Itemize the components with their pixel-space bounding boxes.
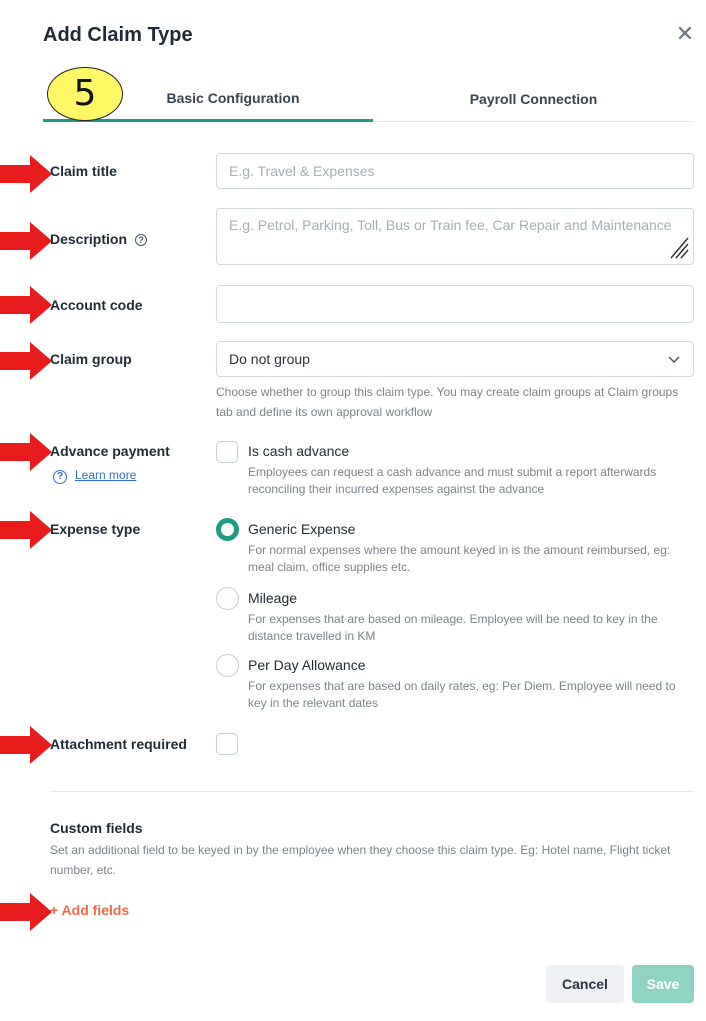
chevron-down-icon bbox=[668, 356, 680, 364]
annotation-arrow-icon bbox=[0, 222, 52, 260]
tab-payroll-connection[interactable]: Payroll Connection bbox=[373, 80, 694, 122]
tab-label: Payroll Connection bbox=[469, 91, 598, 107]
description-textarea[interactable] bbox=[216, 208, 694, 265]
dialog-title: Add Claim Type bbox=[43, 24, 193, 46]
per-day-allowance-desc: For expenses that are based on daily rat… bbox=[248, 679, 676, 710]
per-day-allowance-title: Per Day Allowance bbox=[248, 657, 366, 673]
attachment-required-label: Attachment required bbox=[50, 736, 187, 752]
cash-advance-checkbox[interactable] bbox=[216, 441, 238, 463]
step-number-badge: 5 bbox=[47, 67, 123, 121]
account-code-input[interactable] bbox=[216, 285, 694, 323]
expense-type-label: Expense type bbox=[50, 521, 141, 537]
divider bbox=[50, 791, 694, 792]
generic-expense-radio[interactable] bbox=[216, 518, 239, 541]
claim-title-label: Claim title bbox=[50, 163, 117, 179]
tab-label: Basic Configuration bbox=[166, 90, 300, 106]
claim-title-input[interactable] bbox=[216, 153, 694, 189]
claim-group-selected-value: Do not group bbox=[229, 351, 310, 367]
help-icon: ? bbox=[53, 470, 67, 484]
attachment-required-checkbox[interactable] bbox=[216, 733, 238, 755]
claim-group-label: Claim group bbox=[50, 351, 132, 367]
mileage-desc: For expenses that are based on mileage. … bbox=[248, 612, 658, 643]
add-fields-link[interactable]: + Add fields bbox=[50, 902, 129, 918]
annotation-arrow-icon bbox=[0, 342, 52, 380]
account-code-label: Account code bbox=[50, 297, 143, 313]
generic-expense-desc: For normal expenses where the amount key… bbox=[248, 543, 671, 574]
annotation-arrow-icon bbox=[0, 511, 52, 549]
claim-group-select[interactable]: Do not group bbox=[216, 341, 694, 377]
tab-bar: Basic Configuration Payroll Connection bbox=[43, 80, 694, 122]
cancel-button[interactable]: Cancel bbox=[546, 965, 624, 1003]
save-button[interactable]: Save bbox=[632, 965, 694, 1003]
custom-fields-title: Custom fields bbox=[50, 820, 143, 836]
annotation-arrow-icon bbox=[0, 433, 52, 471]
annotation-arrow-icon bbox=[0, 155, 52, 193]
advance-payment-label: Advance payment bbox=[50, 443, 170, 459]
custom-fields-desc: Set an additional field to be keyed in b… bbox=[50, 843, 671, 877]
mileage-radio[interactable] bbox=[216, 587, 239, 610]
claim-group-hint: Choose whether to group this claim type.… bbox=[216, 385, 679, 419]
annotation-arrow-icon bbox=[0, 286, 52, 324]
description-label: Description? bbox=[50, 231, 148, 247]
annotation-arrow-icon bbox=[0, 893, 52, 931]
cash-advance-title: Is cash advance bbox=[248, 443, 350, 459]
mileage-title: Mileage bbox=[248, 590, 298, 606]
close-icon[interactable]: ✕ bbox=[675, 23, 695, 45]
help-icon[interactable]: ? bbox=[135, 234, 148, 246]
annotation-arrow-icon bbox=[0, 726, 52, 764]
learn-more-link[interactable]: ? Learn more bbox=[53, 468, 136, 484]
cash-advance-desc: Employees can request a cash advance and… bbox=[248, 465, 657, 496]
per-day-allowance-radio[interactable] bbox=[216, 654, 239, 677]
generic-expense-title: Generic Expense bbox=[248, 521, 356, 537]
